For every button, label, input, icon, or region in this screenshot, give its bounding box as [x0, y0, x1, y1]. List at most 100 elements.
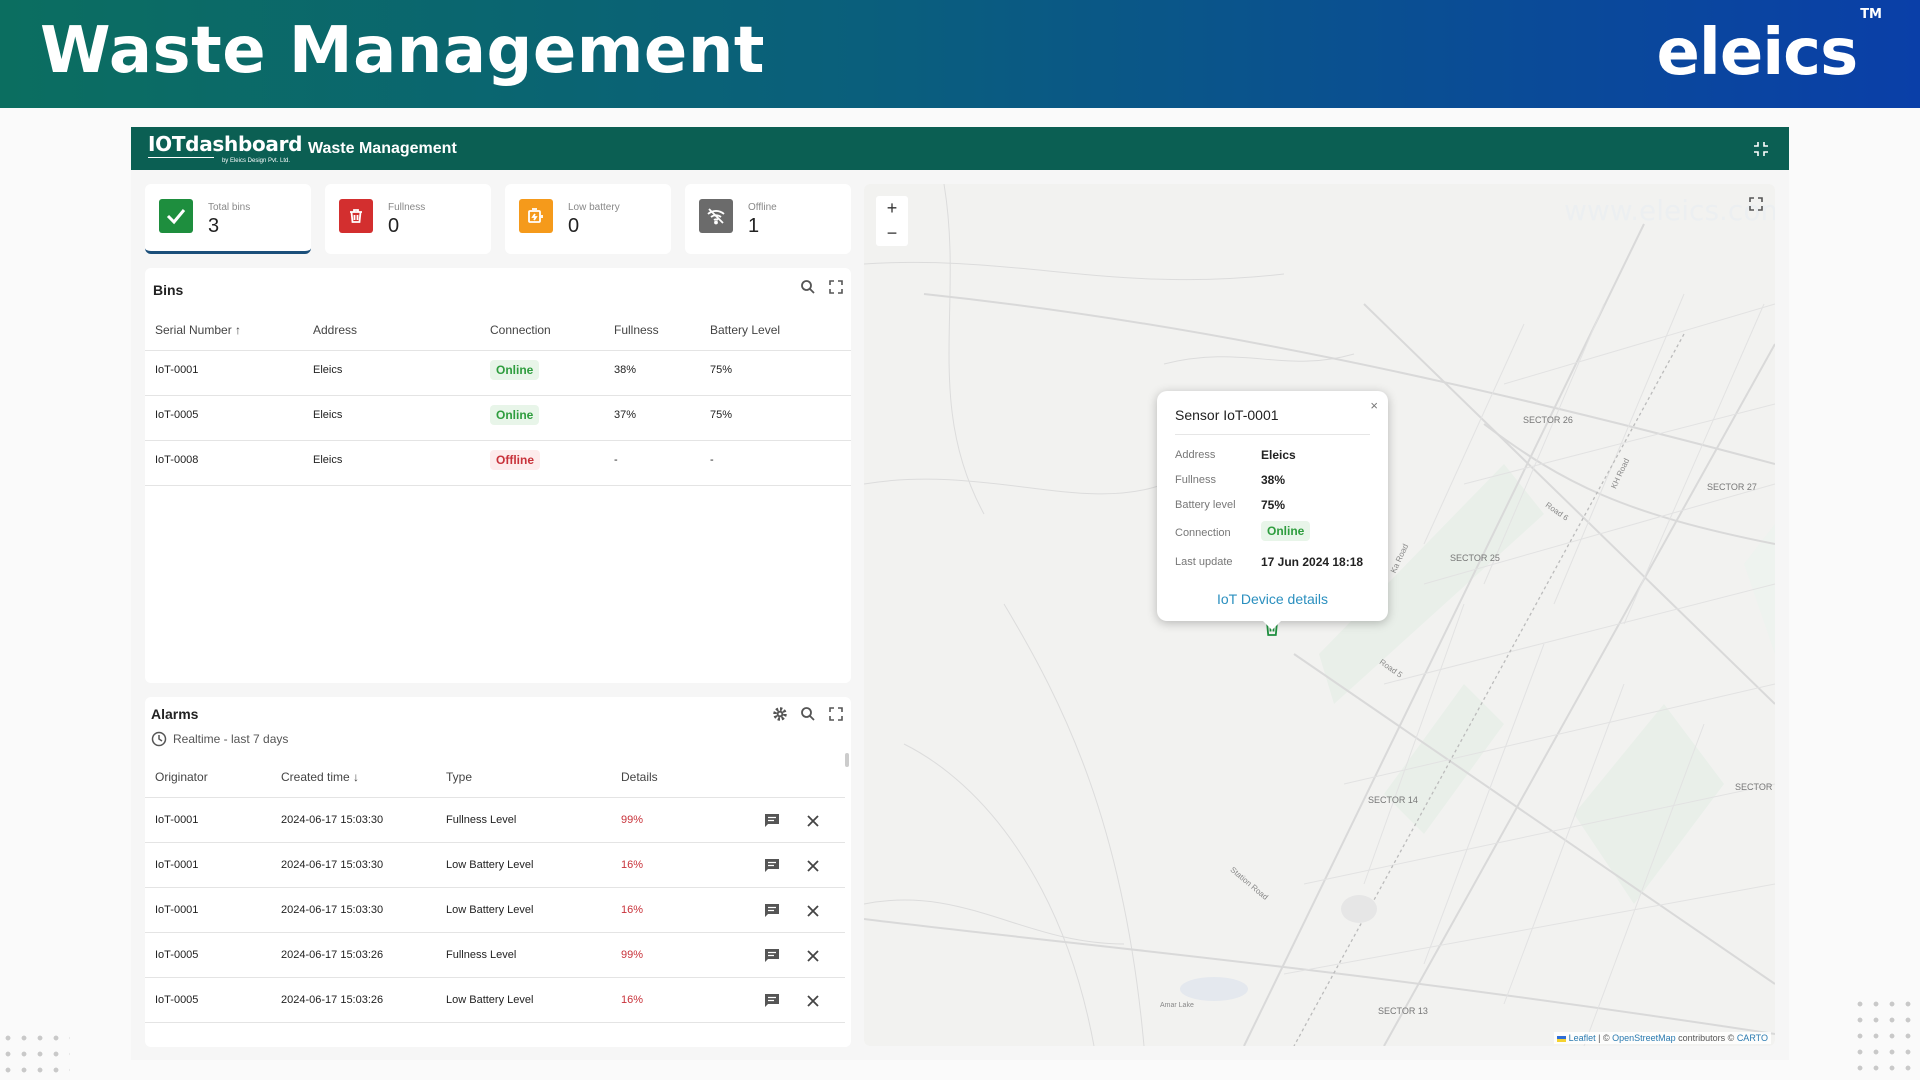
row-divider: [145, 395, 851, 396]
openstreetmap-link[interactable]: OpenStreetMap: [1612, 1033, 1676, 1043]
comment-icon[interactable]: [763, 992, 779, 1008]
column-header-battery[interactable]: Battery Level: [710, 323, 780, 337]
fullscreen-icon[interactable]: [828, 279, 844, 295]
gear-icon[interactable]: [772, 706, 788, 722]
status-badge: Online: [490, 360, 540, 380]
brand-name: eleics: [1656, 16, 1858, 90]
popup-key: Fullness: [1175, 474, 1216, 486]
map-panel[interactable]: www.eleics.com + − SECTOR 26 SECTOR 27 S…: [864, 184, 1775, 1046]
zoom-out-button[interactable]: −: [876, 221, 908, 246]
column-header-serial[interactable]: Serial Number ↑: [155, 323, 241, 337]
search-icon[interactable]: [800, 706, 816, 722]
stat-card-offline[interactable]: Offline 1: [685, 184, 851, 254]
fullscreen-icon[interactable]: [828, 706, 844, 722]
row-divider: [145, 977, 845, 978]
originator-cell: IoT-0001: [155, 859, 199, 871]
leaflet-link[interactable]: Leaflet: [1569, 1033, 1596, 1043]
details-cell: 99%: [621, 814, 644, 826]
attribution-text: contributors ©: [1675, 1033, 1737, 1043]
iotdashboard-logo[interactable]: IOTdashboard by Eleics Design Pvt. Ltd.: [148, 134, 302, 164]
created-time-cell: 2024-06-17 15:03:30: [281, 859, 384, 871]
exit-fullscreen-icon[interactable]: [1751, 139, 1771, 159]
stat-value: 3: [208, 215, 220, 237]
clear-alarm-icon[interactable]: [805, 858, 821, 874]
zoom-in-button[interactable]: +: [876, 196, 908, 221]
header-divider: [145, 350, 851, 351]
row-divider: [145, 1022, 845, 1023]
column-header-created-time[interactable]: Created time ↓: [281, 770, 359, 784]
map-label: SECTOR 26: [1523, 415, 1573, 425]
app-topbar: IOTdashboard by Eleics Design Pvt. Ltd. …: [131, 127, 1789, 170]
battery-cell: -: [710, 454, 714, 466]
originator-cell: IoT-0005: [155, 994, 199, 1006]
address-cell: Eleics: [313, 364, 343, 376]
header-divider: [145, 797, 845, 798]
battery-cell: 75%: [710, 364, 733, 376]
carto-link[interactable]: CARTO: [1737, 1033, 1768, 1043]
trash-icon: [339, 199, 373, 233]
created-time-cell: 2024-06-17 15:03:26: [281, 994, 384, 1006]
originator-cell: IoT-0005: [155, 949, 199, 961]
scrollbar[interactable]: [845, 753, 849, 767]
search-icon[interactable]: [800, 279, 816, 295]
bins-title: Bins: [153, 282, 184, 298]
clear-alarm-icon[interactable]: [805, 993, 821, 1009]
comment-icon[interactable]: [763, 812, 779, 828]
fullness-cell: -: [614, 454, 618, 466]
stat-card-fullness[interactable]: Fullness 0: [325, 184, 491, 254]
address-cell: Eleics: [313, 409, 343, 421]
stat-label: Fullness: [388, 202, 426, 213]
popup-value: 75%: [1261, 498, 1286, 512]
clear-alarm-icon[interactable]: [805, 903, 821, 919]
close-icon[interactable]: ×: [1370, 398, 1378, 413]
alarms-panel: Alarms Realtime - last 7 days Originator…: [145, 697, 851, 1047]
type-cell: Low Battery Level: [446, 904, 534, 916]
column-header-fullness[interactable]: Fullness: [614, 323, 659, 337]
popup-value: 17 Jun 2024 18:18: [1261, 555, 1364, 569]
serial-cell: IoT-0005: [155, 409, 199, 421]
created-time-cell: 2024-06-17 15:03:30: [281, 814, 384, 826]
clear-alarm-icon[interactable]: [805, 813, 821, 829]
fullness-cell: 37%: [614, 409, 637, 421]
stat-label: Offline: [748, 202, 777, 213]
comment-icon[interactable]: [763, 947, 779, 963]
banner-title: Waste Management: [40, 14, 765, 88]
map-attribution: Leaflet | © OpenStreetMap contributors ©…: [1554, 1032, 1771, 1044]
status-badge: Online: [1261, 521, 1311, 541]
bins-panel: Bins Serial Number ↑ Address Connection …: [145, 268, 851, 683]
type-cell: Low Battery Level: [446, 994, 534, 1006]
clear-alarm-icon[interactable]: [805, 948, 821, 964]
popup-value: Eleics: [1261, 448, 1296, 462]
row-divider: [145, 887, 845, 888]
map-label: SECTOR 25: [1450, 553, 1500, 563]
column-header-details[interactable]: Details: [621, 770, 658, 784]
comment-icon[interactable]: [763, 857, 779, 873]
details-cell: 99%: [621, 949, 644, 961]
row-divider: [145, 842, 845, 843]
stat-card-total-bins[interactable]: Total bins 3: [145, 184, 311, 254]
popup-title: Sensor IoT-0001: [1175, 407, 1279, 423]
column-header-address[interactable]: Address: [313, 323, 357, 337]
battery-cell: 75%: [710, 409, 733, 421]
column-header-type[interactable]: Type: [446, 770, 472, 784]
status-badge: Offline: [490, 450, 540, 470]
created-time-cell: 2024-06-17 15:03:26: [281, 949, 384, 961]
type-cell: Low Battery Level: [446, 859, 534, 871]
realtime-filter[interactable]: Realtime - last 7 days: [151, 731, 288, 747]
popup-key: Last update: [1175, 556, 1233, 568]
row-divider: [145, 440, 851, 441]
iot-device-details-link[interactable]: IoT Device details: [1157, 591, 1388, 607]
stat-card-low-battery[interactable]: Low battery 0: [505, 184, 671, 254]
fullness-cell: 38%: [614, 364, 637, 376]
sensor-popup: Sensor IoT-0001 × Address Eleics Fullnes…: [1157, 391, 1388, 630]
column-header-originator[interactable]: Originator: [155, 770, 208, 784]
map-label: SECTOR 14: [1368, 795, 1418, 805]
map-label: SECTOR: [1735, 782, 1773, 792]
logo-underline: [148, 156, 214, 158]
comment-icon[interactable]: [763, 902, 779, 918]
map-fullscreen-icon[interactable]: [1748, 196, 1764, 212]
details-cell: 16%: [621, 859, 644, 871]
popup-key: Battery level: [1175, 499, 1236, 511]
column-header-connection[interactable]: Connection: [490, 323, 551, 337]
status-badge: Online: [490, 405, 540, 425]
